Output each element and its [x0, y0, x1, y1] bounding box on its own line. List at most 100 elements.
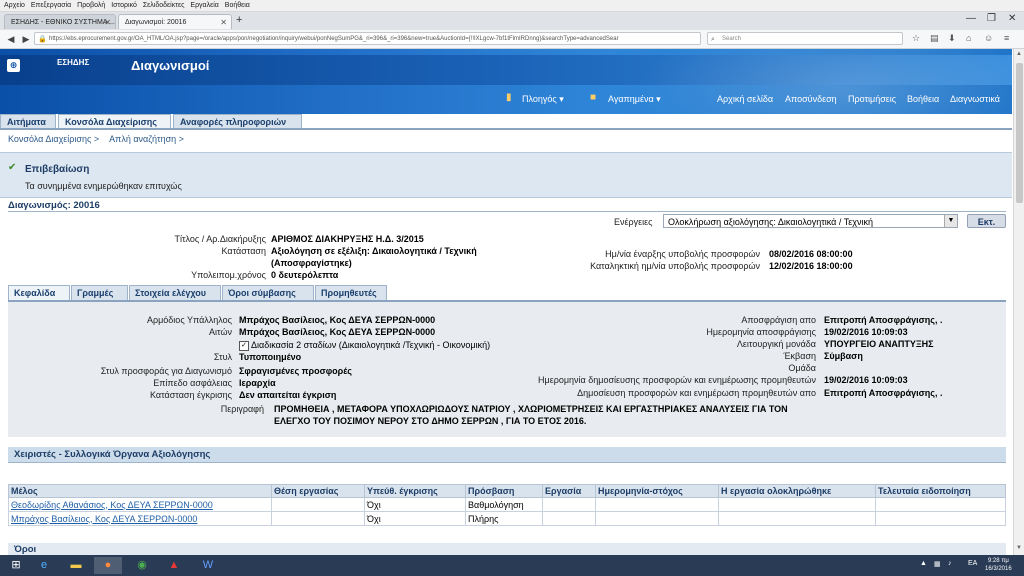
scroll-up-icon[interactable]: ▲	[1016, 51, 1022, 57]
maximize-icon[interactable]: ❐	[987, 13, 996, 24]
file-explorer-icon[interactable]: ▬	[62, 557, 90, 574]
scrollbar-thumb[interactable]	[1016, 63, 1023, 203]
word-icon[interactable]: W	[194, 557, 222, 574]
detail-label: Ημερομηνία αποσφράγισης	[706, 327, 816, 337]
table-cell	[595, 497, 719, 512]
scroll-down-icon[interactable]: ▼	[1016, 545, 1022, 551]
detail-value: Ιεραρχία	[239, 378, 276, 388]
tab-admin-console[interactable]: Κονσόλα Διαχείρισης	[58, 114, 171, 128]
network-icon[interactable]: ▦	[934, 560, 941, 568]
hamburger-menu-icon[interactable]: ≡	[1004, 33, 1009, 43]
menu-bookmarks[interactable]: Σελιδοδείκτες	[143, 2, 185, 9]
member-link[interactable]: Μπράχος Βασίλειος, Κος ΔΕΥΑ ΣΕΡΡΩΝ-0000	[11, 514, 197, 524]
tab-lines[interactable]: Γραμμές	[71, 285, 128, 300]
tab-header[interactable]: Κεφαλίδα	[8, 285, 70, 300]
menu-file[interactable]: Αρχείο	[4, 2, 25, 9]
table-cell	[718, 497, 876, 512]
detail-label: Κατάσταση έγκρισης	[149, 390, 232, 400]
reading-list-icon[interactable]: ▤	[930, 33, 939, 44]
actions-label: Ενέργειες	[614, 217, 653, 227]
description-line-1: ΠΡΟΜΗΘΕΙΑ , ΜΕΤΑΦΟΡΑ ΥΠΟΧΛΩΡΙΩΔΟΥΣ ΝΑΤΡΙ…	[274, 404, 788, 414]
tab-reports[interactable]: Αναφορές πληροφοριών	[173, 114, 302, 128]
title-label: Τίτλος / Αρ.Διακήρυξης	[174, 234, 266, 244]
browser-tab-tenders[interactable]: Διαγωνισμοί: 20016 ✕	[118, 14, 232, 29]
menu-edit[interactable]: Επεξεργασία	[31, 2, 71, 9]
chat-icon[interactable]: ☺	[984, 33, 993, 43]
tab-controls[interactable]: Στοιχεία ελέγχου	[129, 285, 221, 300]
internet-explorer-icon[interactable]: e	[30, 557, 58, 574]
forward-arrow-icon[interactable]: ▶	[19, 32, 33, 46]
new-tab-icon[interactable]: +	[236, 14, 242, 26]
member-cell: Μπράχος Βασίλειος, Κος ΔΕΥΑ ΣΕΡΡΩΝ-0000	[8, 511, 272, 526]
breadcrumb-admin-console[interactable]: Κονσόλα Διαχείρισης >	[8, 134, 99, 144]
volume-icon[interactable]: ♪	[948, 560, 952, 567]
detail-label: Αρμόδιος Υπάλληλος	[146, 315, 232, 325]
tray-arrow-icon[interactable]: ▲	[920, 560, 927, 567]
tab-suppliers[interactable]: Προμηθευτές	[315, 285, 387, 300]
language-indicator[interactable]: EA	[968, 560, 977, 567]
breadcrumb-simple-search[interactable]: Απλή αναζήτηση >	[109, 134, 184, 144]
menu-tools[interactable]: Εργαλεία	[190, 2, 218, 9]
column-header: Θέση εργασίας	[271, 484, 365, 498]
column-header: Ημερομηνία-στόχος	[595, 484, 719, 498]
download-icon[interactable]: ⬇	[948, 33, 956, 44]
actions-selected-value: Ολοκλήρωση αξιολόγησης: Δικαιολογητικά /…	[668, 217, 873, 227]
close-tab-icon[interactable]: ✕	[104, 15, 111, 29]
detail-value: Μπράχος Βασίλειος, Κος ΔΕΥΑ ΣΕΡΡΩΝ-0000	[239, 327, 436, 337]
favorites-menu[interactable]: Αγαπημένα ▾	[608, 94, 661, 105]
clock-time: 9:28 πμ	[987, 558, 1009, 564]
table-cell	[595, 511, 719, 526]
menu-view[interactable]: Προβολή	[77, 2, 105, 9]
firefox-icon[interactable]: ●	[94, 557, 122, 574]
preferences-link[interactable]: Προτιμήσεις	[848, 94, 896, 104]
tab-requests[interactable]: Αιτήματα	[0, 114, 56, 128]
chevron-down-icon[interactable]: ▼	[944, 215, 957, 227]
menu-history[interactable]: Ιστορικό	[111, 2, 137, 9]
detail-label: Δημοσίευση προσφορών και ενημέρωση προμη…	[577, 388, 816, 398]
windows-taskbar: ⊞ e ▬ ● ◉ ▲ W ▲ ▦ ♪ EA 9:28 πμ 16/3/2016	[0, 555, 1024, 576]
system-clock[interactable]: 9:28 πμ 16/3/2016	[985, 557, 1012, 573]
main-tabs: Αιτήματα Κονσόλα Διαχείρισης Αναφορές πλ…	[0, 114, 1012, 130]
page-scrollbar[interactable]: ▲ ▼	[1013, 49, 1024, 556]
tab-contract-terms[interactable]: Όροι σύμβασης	[222, 285, 314, 300]
actions-select[interactable]: Ολοκλήρωση αξιολόγησης: Δικαιολογητικά /…	[663, 214, 958, 228]
close-tab-icon[interactable]: ✕	[220, 15, 227, 29]
browser-search-input[interactable]: ⌕ Search	[707, 32, 903, 45]
window-close-icon[interactable]: ✕	[1008, 13, 1016, 24]
home-link[interactable]: Αρχική σελίδα	[717, 94, 773, 104]
help-link[interactable]: Βοήθεια	[907, 94, 939, 104]
detail-label: Λειτουργική μονάδα	[736, 339, 816, 349]
go-button[interactable]: Εκτ.	[967, 214, 1006, 228]
back-arrow-icon[interactable]: ◀	[4, 32, 18, 46]
detail-value: Τυποποιημένο	[239, 352, 302, 362]
app-title: Διαγωνισμοί	[131, 58, 210, 73]
url-bar[interactable]: 🔒 https://ebs.eprocurement.gov.gr/OA_HTM…	[34, 32, 701, 45]
browser-menubar: Αρχείο Επεξεργασία Προβολή Ιστορικό Σελι…	[0, 0, 1024, 12]
detail-value: Σύμβαση	[824, 351, 863, 361]
acrobat-icon[interactable]: ▲	[160, 557, 188, 574]
bookmark-star-icon[interactable]: ☆	[912, 33, 920, 44]
browser-tab-esidis[interactable]: ΕΣΗΔΗΣ - ΕΘΝΙΚΟ ΣΥΣΤΗΜΑ ... ✕	[4, 14, 116, 29]
browser-navbar: ◀ ▶ 🔒 https://ebs.eprocurement.gov.gr/OA…	[0, 30, 1024, 49]
confirmation-message: ✔ Επιβεβαίωση Τα συνημμένα ενημερώθηκαν …	[0, 152, 1012, 198]
minimize-icon[interactable]: —	[966, 13, 976, 24]
clock-date: 16/3/2016	[985, 566, 1012, 572]
diagnostics-link[interactable]: Διαγνωστικά	[950, 94, 1000, 104]
member-link[interactable]: Θεοδωρίδης Αθανάσιος, Κος ΔΕΥΑ ΣΕΡΡΩΝ-00…	[11, 500, 213, 510]
detail-value: ΥΠΟΥΡΓΕΙΟ ΑΝΑΠΤΥΞΗΣ	[824, 339, 934, 349]
home-icon[interactable]: ⌂	[966, 33, 971, 43]
menu-help[interactable]: Βοήθεια	[225, 2, 250, 9]
navigator-menu[interactable]: Πλοηγός ▾	[522, 94, 564, 105]
chrome-icon[interactable]: ◉	[128, 557, 156, 574]
two-stage-checkbox[interactable]: ✓	[239, 341, 249, 351]
description-line-2: ΕΛΕΓΧΟ ΤΟΥ ΠΟΣΙΜΟΥ ΝΕΡΟΥ ΣΤΟ ΔΗΜΟ ΣΕΡΡΩΝ…	[274, 416, 587, 426]
windows-start-icon[interactable]: ⊞	[2, 557, 30, 574]
detail-label: Έκβαση	[783, 351, 817, 361]
start-date-value: 08/02/2016 08:00:00	[769, 249, 853, 259]
member-cell: Θεοδωρίδης Αθανάσιος, Κος ΔΕΥΑ ΣΕΡΡΩΝ-00…	[8, 497, 272, 512]
browser-tab-label: Διαγωνισμοί: 20016	[125, 19, 187, 26]
terms-section-header: Όροι	[8, 543, 1006, 555]
breadcrumb: Κονσόλα Διαχείρισης > Απλή αναζήτηση >	[8, 134, 192, 144]
logout-link[interactable]: Αποσύνδεση	[785, 94, 837, 104]
members-section-title: Χειριστές - Συλλογικά Όργανα Αξιολόγησης	[14, 449, 211, 460]
